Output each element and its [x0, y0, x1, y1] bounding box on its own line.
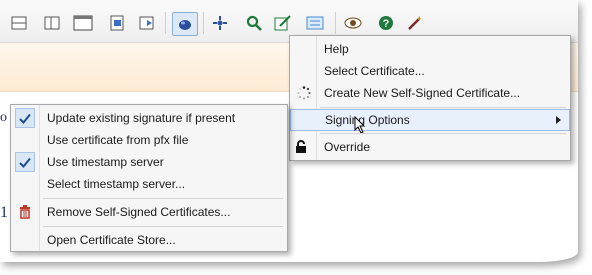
svg-text:?: ? — [383, 18, 390, 30]
menu-item-override[interactable]: Override — [290, 136, 570, 158]
toolbar-separator — [203, 12, 204, 34]
submenu-item-label: Use timestamp server — [47, 155, 164, 169]
menu-item-select-certificate[interactable]: Select Certificate... — [290, 60, 570, 82]
signing-options-submenu: Update existing signature if present Use… — [10, 104, 288, 252]
menu-separator — [320, 107, 566, 108]
wand-icon[interactable] — [405, 14, 425, 32]
help-icon[interactable]: ? — [376, 14, 396, 32]
submenu-item-use-timestamp-server[interactable]: Use timestamp server — [11, 151, 287, 173]
checkmark-icon — [15, 108, 35, 128]
checkmark-icon — [15, 152, 35, 172]
signature-menu: Help Select Certificate... Create New Se… — [289, 35, 571, 161]
menu-item-create-self-signed-certificate[interactable]: Create New Self-Signed Certificate... — [290, 82, 570, 104]
submenu-item-select-timestamp-server[interactable]: Select timestamp server... — [11, 173, 287, 195]
submenu-item-label: Use certificate from pfx file — [47, 133, 189, 147]
menu-item-label: Signing Options — [325, 113, 410, 127]
submenu-item-label: Update existing signature if present — [47, 111, 236, 125]
view-icon[interactable] — [343, 14, 363, 32]
document-text-fragment: o — [0, 110, 7, 125]
submenu-arrow-icon — [556, 116, 561, 124]
toolbar-separator — [335, 12, 336, 34]
submenu-item-label: Remove Self-Signed Certificates... — [47, 205, 231, 219]
submenu-item-update-existing-signature[interactable]: Update existing signature if present — [11, 107, 287, 129]
unlock-icon — [295, 139, 311, 155]
menu-item-label: Select Certificate... — [324, 64, 425, 78]
search-icon[interactable] — [244, 14, 264, 32]
submenu-item-use-pfx-certificate[interactable]: Use certificate from pfx file — [11, 129, 287, 151]
vertical-layout-icon[interactable] — [42, 14, 62, 32]
presentation-icon[interactable] — [138, 14, 158, 32]
trash-icon — [17, 204, 33, 220]
menu-item-label: Override — [324, 140, 371, 154]
spinner-icon — [296, 85, 312, 101]
submenu-item-label: Select timestamp server... — [47, 177, 186, 191]
submenu-item-open-certificate-store[interactable]: Open Certificate Store... — [11, 229, 287, 251]
sign-icon[interactable] — [172, 12, 198, 36]
outline-icon[interactable] — [305, 14, 325, 32]
move-icon[interactable] — [210, 14, 230, 32]
menu-separator — [320, 133, 566, 134]
menu-separator — [43, 226, 283, 227]
toolbar-separator — [165, 12, 166, 34]
menu-item-help[interactable]: Help — [290, 38, 570, 60]
menu-item-signing-options[interactable]: Signing Options — [290, 109, 570, 134]
menu-item-label: Help — [324, 42, 349, 56]
window-layout-icon[interactable] — [73, 14, 93, 32]
menu-item-label: Create New Self-Signed Certificate... — [324, 86, 521, 100]
submenu-item-remove-self-signed-certificates[interactable]: Remove Self-Signed Certificates... — [11, 201, 287, 223]
submenu-item-label: Open Certificate Store... — [47, 233, 176, 247]
menu-separator — [43, 198, 283, 199]
horizontal-layout-icon[interactable] — [9, 14, 29, 32]
document-text-fragment: 1 — [0, 204, 8, 221]
edit-icon[interactable] — [273, 14, 293, 32]
preview-icon[interactable] — [107, 14, 127, 32]
